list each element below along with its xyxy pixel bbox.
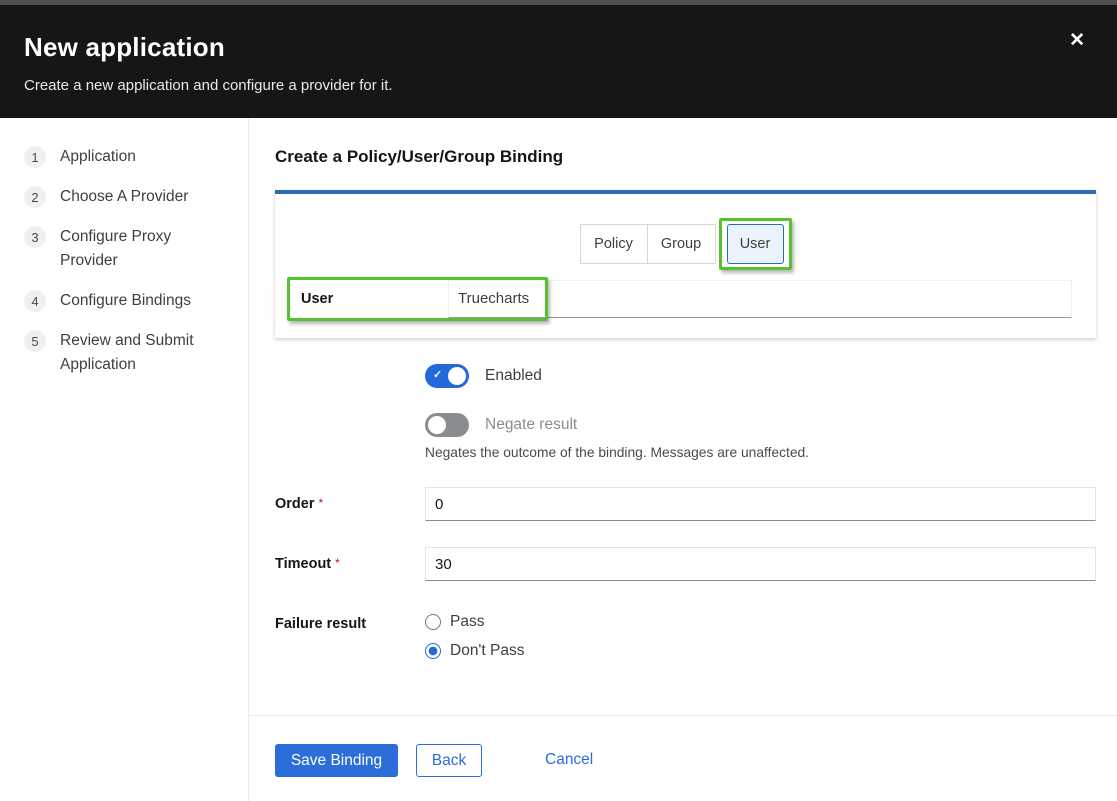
radio-pass-label: Pass	[450, 613, 484, 631]
binding-target-label: User	[290, 280, 448, 318]
modal-body: 1 Application 2 Choose A Provider 3 Conf…	[0, 118, 1117, 801]
negate-result-toggle[interactable]	[425, 413, 469, 437]
toggle-knob	[428, 416, 446, 434]
required-asterisk: *	[335, 556, 340, 570]
order-input[interactable]	[425, 487, 1096, 521]
negate-toggle-row: Negate result	[425, 413, 577, 437]
user-select-dropdown[interactable]: Truecharts	[448, 280, 1072, 318]
enabled-toggle[interactable]: ✓	[425, 364, 469, 388]
sidebar-item-configure-bindings[interactable]: 4 Configure Bindings	[24, 289, 212, 313]
enabled-toggle-row: ✓ Enabled	[425, 364, 542, 388]
cancel-link[interactable]: Cancel	[545, 751, 593, 769]
timeout-input[interactable]	[425, 547, 1096, 581]
enabled-toggle-label: Enabled	[485, 367, 542, 385]
binding-type-tabs: Policy Group User	[275, 218, 1096, 270]
check-icon: ✓	[433, 368, 442, 381]
radio-circle-checked	[425, 643, 441, 659]
sidebar-item-review-submit[interactable]: 5 Review and Submit Application	[24, 329, 212, 377]
step-number-badge: 2	[24, 186, 46, 208]
tab-user[interactable]: User	[727, 224, 784, 264]
sidebar-item-configure-proxy-provider[interactable]: 3 Configure Proxy Provider	[24, 225, 212, 273]
binding-form: Create a Policy/User/Group Binding Polic…	[249, 118, 1117, 801]
negate-help-text: Negates the outcome of the binding. Mess…	[425, 445, 809, 460]
sidebar-item-label: Choose A Provider	[60, 185, 212, 209]
user-tab-highlight-annotation: User	[719, 218, 792, 270]
new-application-modal: New application Create a new application…	[0, 0, 1117, 801]
wizard-steps: 1 Application 2 Choose A Provider 3 Conf…	[24, 145, 212, 377]
radio-dont-pass[interactable]: Don't Pass	[425, 640, 524, 662]
sidebar-item-label: Configure Proxy Provider	[60, 225, 212, 273]
save-binding-button[interactable]: Save Binding	[275, 744, 398, 777]
footer-divider	[249, 715, 1117, 716]
toggle-knob	[448, 367, 466, 385]
binding-card: Policy Group User User Truecharts	[275, 190, 1096, 338]
step-number-badge: 3	[24, 226, 46, 248]
tab-group[interactable]: Group	[648, 224, 716, 264]
step-number-badge: 5	[24, 330, 46, 352]
failure-result-label: Failure result	[275, 616, 366, 632]
negate-toggle-label: Negate result	[485, 416, 577, 434]
step-number-badge: 1	[24, 146, 46, 168]
radio-circle-unchecked	[425, 614, 441, 630]
step-number-badge: 4	[24, 290, 46, 312]
wizard-sidebar: 1 Application 2 Choose A Provider 3 Conf…	[0, 118, 249, 801]
tab-policy[interactable]: Policy	[580, 224, 648, 264]
sidebar-item-choose-provider[interactable]: 2 Choose A Provider	[24, 185, 212, 209]
sidebar-item-application[interactable]: 1 Application	[24, 145, 212, 169]
modal-header: New application Create a new application…	[0, 5, 1117, 118]
sidebar-item-label: Configure Bindings	[60, 289, 212, 313]
order-label: Order*	[275, 496, 323, 512]
failure-result-radio-group: Pass Don't Pass	[425, 611, 524, 662]
radio-pass[interactable]: Pass	[425, 611, 524, 633]
required-asterisk: *	[319, 496, 324, 510]
back-button[interactable]: Back	[416, 744, 482, 777]
page-title: New application	[24, 32, 225, 63]
sidebar-item-label: Review and Submit Application	[60, 329, 212, 377]
page-subtitle: Create a new application and configure a…	[24, 77, 393, 94]
close-icon[interactable]: ✕	[1069, 31, 1085, 50]
form-title: Create a Policy/User/Group Binding	[275, 147, 563, 167]
radio-dont-pass-label: Don't Pass	[450, 642, 524, 660]
sidebar-item-label: Application	[60, 145, 212, 169]
timeout-label: Timeout*	[275, 556, 340, 572]
